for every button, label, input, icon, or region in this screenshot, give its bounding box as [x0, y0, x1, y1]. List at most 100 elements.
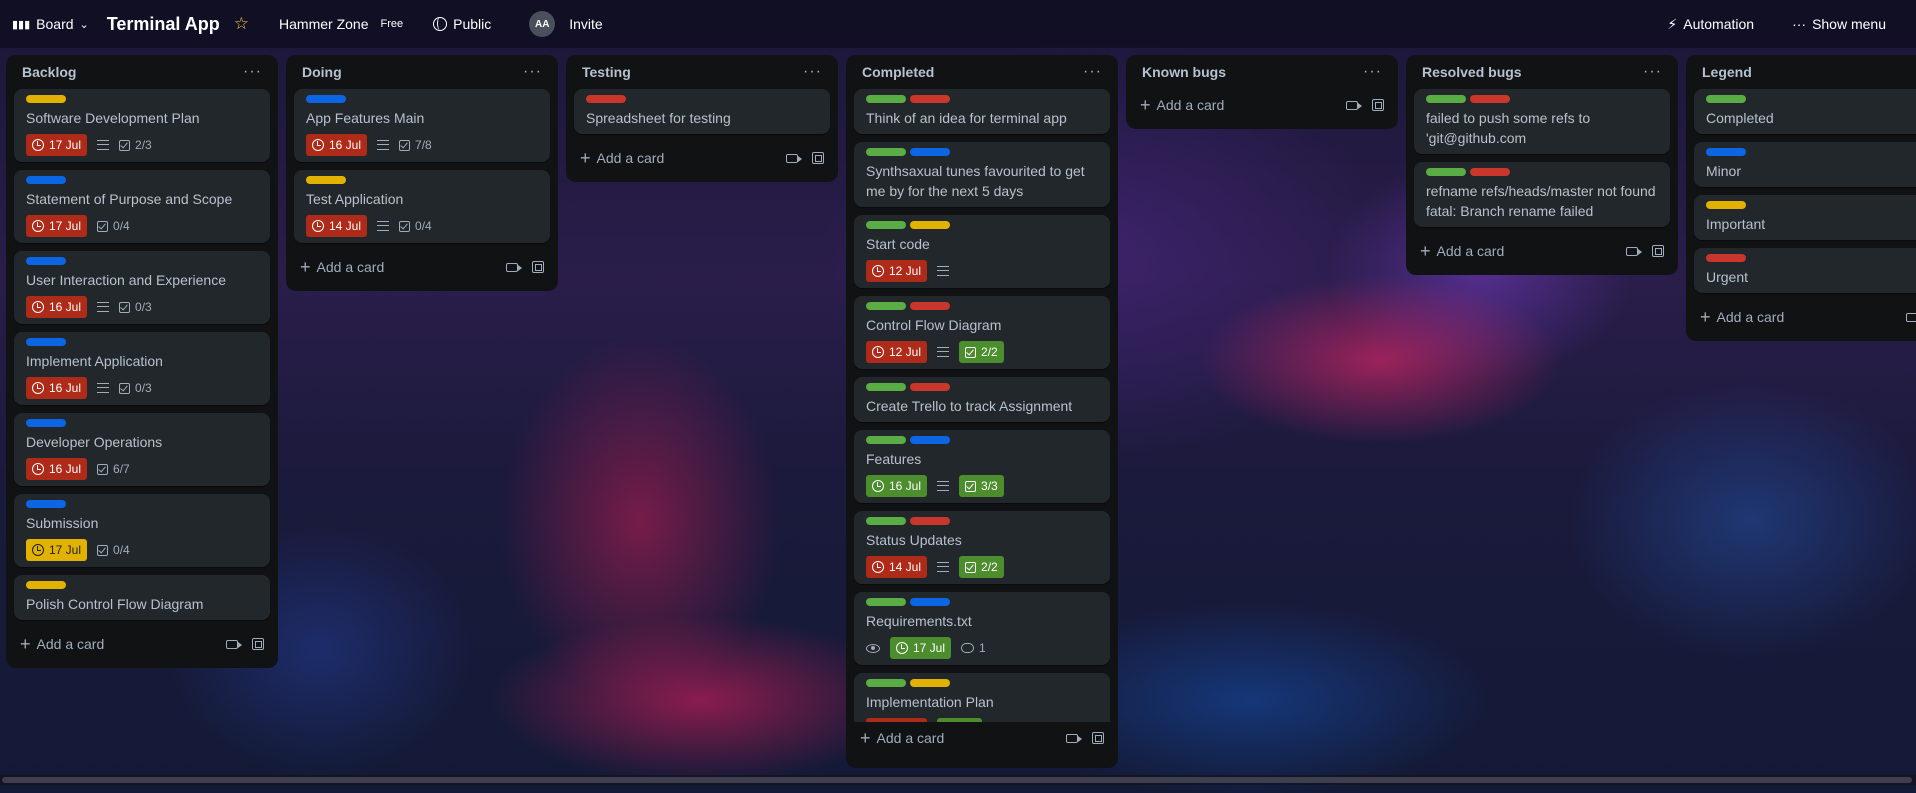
- card-label[interactable]: [26, 257, 66, 265]
- video-icon[interactable]: [1906, 312, 1916, 322]
- invite-button[interactable]: Invite: [569, 16, 602, 32]
- add-card-button[interactable]: + Add a card: [300, 258, 384, 276]
- card[interactable]: User Interaction and Experience 16 Jul 0/3: [14, 251, 270, 324]
- due-date-badge[interactable]: 16 Jul: [26, 458, 88, 480]
- card[interactable]: Developer Operations 16 Jul 6/7: [14, 413, 270, 486]
- card[interactable]: Statement of Purpose and Scope 17 Jul 0/4: [14, 170, 270, 243]
- card-label[interactable]: [910, 95, 950, 103]
- list-header[interactable]: Completed ···: [854, 55, 1110, 89]
- card[interactable]: Urgent: [1694, 248, 1916, 293]
- card[interactable]: Minor: [1694, 142, 1916, 187]
- card-label[interactable]: [866, 679, 906, 687]
- card-label[interactable]: [306, 176, 346, 184]
- visibility-button[interactable]: Public: [433, 16, 491, 32]
- show-menu-button[interactable]: ··· Show menu: [1792, 16, 1886, 32]
- due-date-badge[interactable]: 16 Jul: [306, 134, 368, 156]
- card[interactable]: refname refs/heads/master not found fata…: [1414, 162, 1670, 227]
- card-label[interactable]: [866, 221, 906, 229]
- card-label[interactable]: [910, 517, 950, 525]
- card[interactable]: Spreadsheet for testing: [574, 89, 830, 134]
- card-label[interactable]: [866, 148, 906, 156]
- card-label[interactable]: [26, 500, 66, 508]
- card-label[interactable]: [1470, 168, 1510, 176]
- list-title[interactable]: Legend: [1702, 64, 1752, 80]
- card-label[interactable]: [910, 679, 950, 687]
- workspace-button[interactable]: Hammer Zone Free: [279, 16, 403, 32]
- list-menu-icon[interactable]: ···: [1363, 63, 1382, 81]
- card[interactable]: Synthsaxual tunes favourited to get me b…: [854, 142, 1110, 207]
- card-label[interactable]: [26, 176, 66, 184]
- due-date-badge[interactable]: 14 Jul: [306, 215, 368, 237]
- card-label[interactable]: [1706, 148, 1746, 156]
- card-label[interactable]: [910, 221, 950, 229]
- card-label[interactable]: [1706, 201, 1746, 209]
- due-date-badge[interactable]: 17 Jul: [890, 637, 952, 659]
- list-menu-icon[interactable]: ···: [1643, 63, 1662, 81]
- card-label[interactable]: [910, 436, 950, 444]
- card-label[interactable]: [1706, 254, 1746, 262]
- due-date-badge[interactable]: 16 Jul: [866, 475, 928, 497]
- card-label[interactable]: [1426, 95, 1466, 103]
- video-icon[interactable]: [1346, 100, 1362, 110]
- card[interactable]: Status Updates 14 Jul 2/2: [854, 511, 1110, 584]
- due-date-badge[interactable]: 17 Jul: [26, 134, 88, 156]
- list-header[interactable]: Known bugs ···: [1134, 55, 1390, 89]
- card[interactable]: Polish Control Flow Diagram: [14, 575, 270, 620]
- add-card-button[interactable]: + Add a card: [860, 729, 944, 747]
- video-icon[interactable]: [1626, 246, 1642, 256]
- list-title[interactable]: Resolved bugs: [1422, 64, 1522, 80]
- video-icon[interactable]: [506, 262, 522, 272]
- card-label[interactable]: [866, 436, 906, 444]
- list-header[interactable]: Legend···: [1694, 55, 1916, 89]
- card[interactable]: Software Development Plan 17 Jul 2/3: [14, 89, 270, 162]
- card[interactable]: Control Flow Diagram 12 Jul 2/2: [854, 296, 1110, 369]
- card[interactable]: App Features Main 16 Jul 7/8: [294, 89, 550, 162]
- card-label[interactable]: [866, 302, 906, 310]
- card-label[interactable]: [26, 95, 66, 103]
- card-label[interactable]: [1470, 95, 1510, 103]
- list-header[interactable]: Backlog ···: [14, 55, 270, 89]
- card-template-icon[interactable]: [1652, 245, 1664, 257]
- list-menu-icon[interactable]: ···: [1083, 63, 1102, 81]
- list-header[interactable]: Testing ···: [574, 55, 830, 89]
- list-title[interactable]: Known bugs: [1142, 64, 1226, 80]
- card[interactable]: Completed: [1694, 89, 1916, 134]
- list-menu-icon[interactable]: ···: [523, 63, 542, 81]
- card-template-icon[interactable]: [1372, 99, 1384, 111]
- card-template-icon[interactable]: [812, 152, 824, 164]
- video-icon[interactable]: [786, 153, 802, 163]
- card[interactable]: Submission 17 Jul 0/4: [14, 494, 270, 567]
- card-label[interactable]: [910, 383, 950, 391]
- add-card-button[interactable]: + Add a card: [1700, 308, 1784, 326]
- card[interactable]: Think of an idea for terminal app: [854, 89, 1110, 134]
- board-title[interactable]: Terminal App: [107, 14, 220, 35]
- card-template-icon[interactable]: [532, 261, 544, 273]
- due-date-badge[interactable]: 16 Jul: [866, 718, 928, 722]
- card[interactable]: Test Application 14 Jul 0/4: [294, 170, 550, 243]
- card[interactable]: Implement Application 16 Jul 0/3: [14, 332, 270, 405]
- card-label[interactable]: [910, 598, 950, 606]
- card-label[interactable]: [910, 148, 950, 156]
- card-template-icon[interactable]: [252, 638, 264, 650]
- card-label[interactable]: [866, 598, 906, 606]
- due-date-badge[interactable]: 17 Jul: [26, 215, 88, 237]
- due-date-badge[interactable]: 17 Jul: [26, 539, 88, 561]
- list-title[interactable]: Doing: [302, 64, 342, 80]
- star-icon[interactable]: ☆: [234, 14, 249, 34]
- card-label[interactable]: [866, 95, 906, 103]
- video-icon[interactable]: [226, 639, 242, 649]
- add-card-button[interactable]: + Add a card: [580, 149, 664, 167]
- automation-button[interactable]: ⚡︎ Automation: [1667, 16, 1754, 33]
- card-label[interactable]: [586, 95, 626, 103]
- add-card-button[interactable]: + Add a card: [20, 635, 104, 653]
- board-view-switcher[interactable]: ▮▮▮ Board ⌄: [12, 16, 89, 32]
- list-title[interactable]: Completed: [862, 64, 934, 80]
- due-date-badge[interactable]: 16 Jul: [26, 377, 88, 399]
- avatar[interactable]: AA: [529, 11, 556, 37]
- card[interactable]: Implementation Plan 16 Jul 3/3: [854, 673, 1110, 722]
- card[interactable]: Start code 12 Jul: [854, 215, 1110, 288]
- card-label[interactable]: [910, 302, 950, 310]
- list-title[interactable]: Backlog: [22, 64, 76, 80]
- card-label[interactable]: [306, 95, 346, 103]
- card[interactable]: Requirements.txt 17 Jul 1: [854, 592, 1110, 665]
